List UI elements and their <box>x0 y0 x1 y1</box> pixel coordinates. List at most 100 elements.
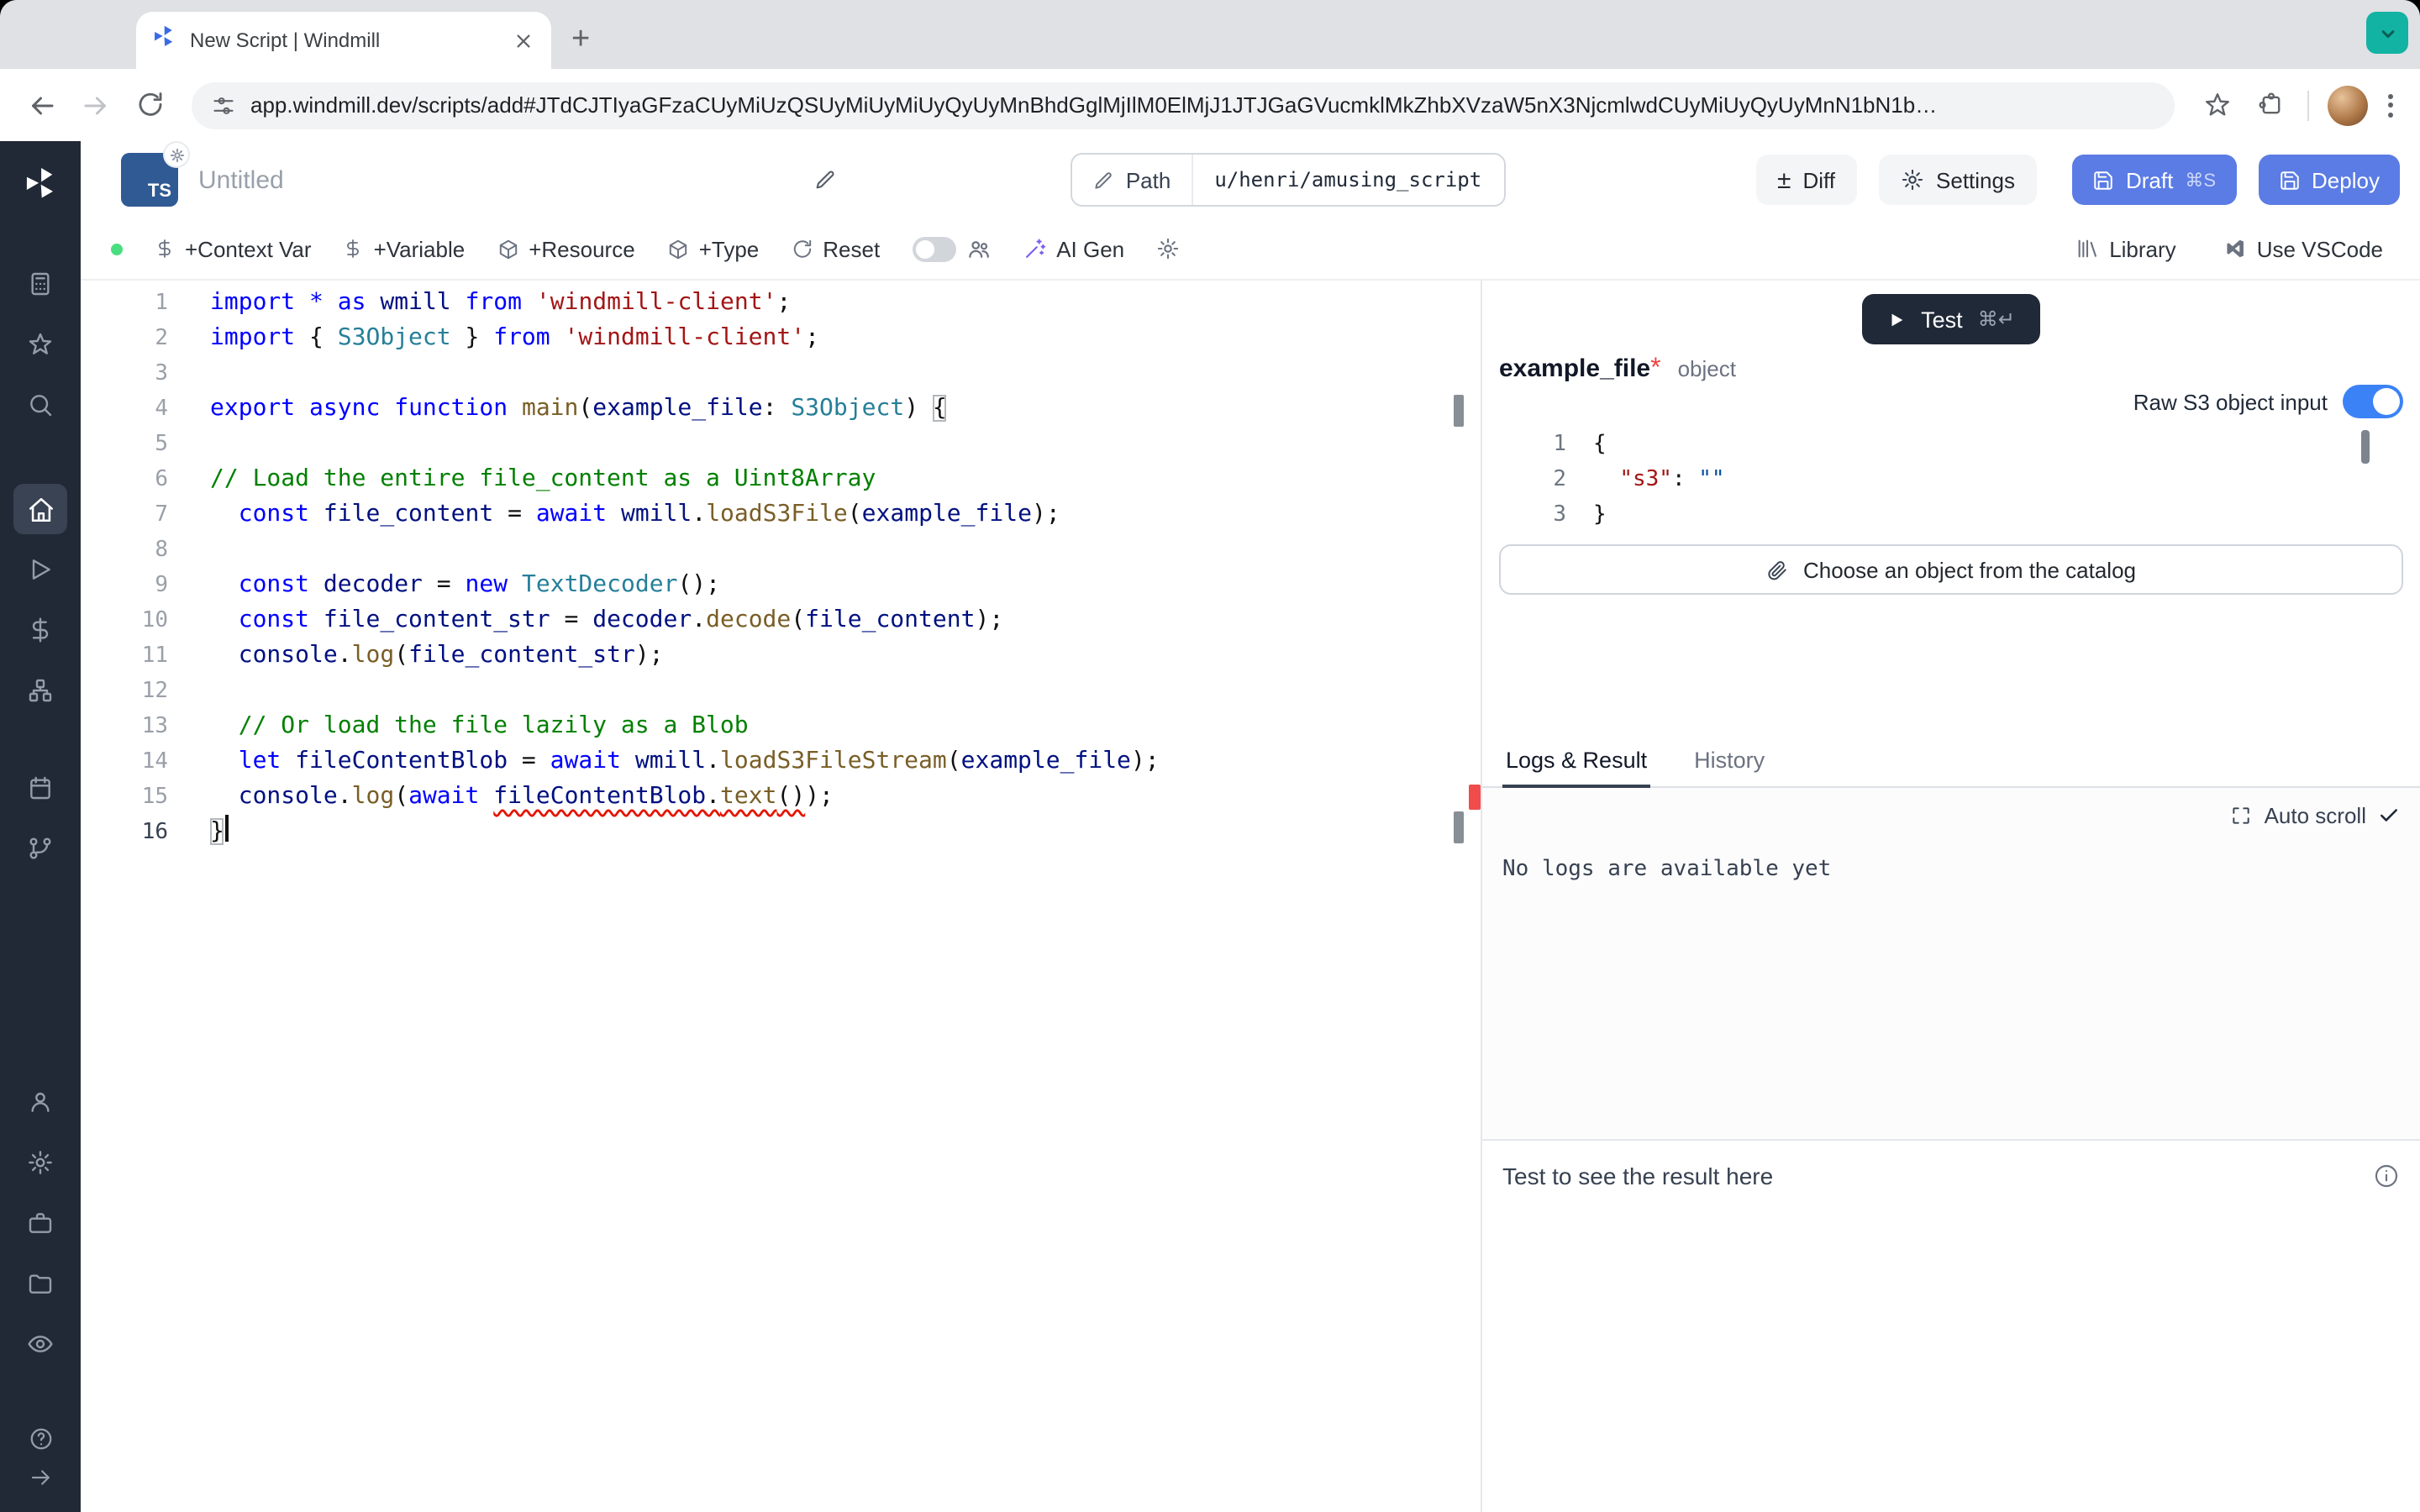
sidebar-item-folders-folder-icon[interactable] <box>13 1258 67 1309</box>
code-line[interactable]: 3} <box>1499 497 2403 533</box>
line-number[interactable]: 1 <box>81 286 168 321</box>
tab-search-button[interactable] <box>2366 12 2408 54</box>
code-line[interactable]: 9 const decoder = new TextDecoder(); <box>81 568 1481 603</box>
code-line[interactable]: 3 <box>81 356 1481 391</box>
new-tab-button[interactable]: + <box>571 24 590 55</box>
line-number[interactable]: 4 <box>81 391 168 427</box>
sidebar-item-user-person-icon[interactable] <box>13 1077 67 1127</box>
search-icon[interactable] <box>13 380 67 430</box>
sidebar-item-settings-gear-icon[interactable] <box>13 1137 67 1188</box>
site-settings-icon[interactable] <box>212 93 235 117</box>
line-number[interactable]: 6 <box>81 462 168 497</box>
check-icon[interactable] <box>2378 805 2400 827</box>
tab-history[interactable]: History <box>1691 738 1768 786</box>
reset-button[interactable]: Reset <box>791 236 880 261</box>
sidebar-item-variables-dollar-icon[interactable] <box>13 605 67 655</box>
toggle-off[interactable] <box>912 236 955 261</box>
editor-settings-gear-icon[interactable] <box>1156 237 1180 260</box>
line-number[interactable]: 15 <box>81 780 168 815</box>
sidebar-item-home[interactable] <box>13 484 67 534</box>
line-number[interactable]: 5 <box>81 427 168 462</box>
code-line[interactable]: 8 <box>81 533 1481 568</box>
sidebar-item-workers-briefcase-icon[interactable] <box>13 1198 67 1248</box>
code-line[interactable]: 6// Load the entire file_content as a Ui… <box>81 462 1481 497</box>
code-line[interactable]: 1{ <box>1499 427 2403 462</box>
code-editor[interactable]: 1import * as wmill from 'windmill-client… <box>81 281 1481 1512</box>
help-icon[interactable] <box>13 1420 67 1457</box>
code-line[interactable]: 2 "s3": "" <box>1499 462 2403 497</box>
ai-gen-button[interactable]: AI Gen <box>1023 236 1124 261</box>
add-context-var-button[interactable]: +Context Var <box>155 236 312 261</box>
url-text[interactable]: app.windmill.dev/scripts/add#JTdCJTIyaGF… <box>250 92 1937 118</box>
edit-title-pencil-icon[interactable] <box>813 168 837 192</box>
json-input-editor[interactable]: 1{2 "s3": ""3} <box>1499 425 2403 534</box>
code-line[interactable]: 16} <box>81 815 1481 850</box>
code-line[interactable]: 7 const file_content = await wmill.loadS… <box>81 497 1481 533</box>
tab-close-icon[interactable] <box>509 27 536 54</box>
path-button[interactable]: Path <box>1072 155 1192 205</box>
sidebar-item-runs-play-icon[interactable] <box>13 544 67 595</box>
tab-logs-result[interactable]: Logs & Result <box>1502 738 1650 788</box>
json-scrollbar[interactable] <box>2361 430 2370 464</box>
code-line[interactable]: 5 <box>81 427 1481 462</box>
line-number[interactable]: 14 <box>81 744 168 780</box>
draft-button[interactable]: Draft ⌘S <box>2072 155 2236 205</box>
use-vscode-button[interactable]: Use VSCode <box>2223 236 2383 261</box>
info-icon[interactable] <box>2373 1163 2400 1189</box>
reload-icon[interactable] <box>124 80 175 130</box>
expand-icon[interactable] <box>2231 805 2253 827</box>
line-number[interactable]: 8 <box>81 533 168 568</box>
line-number[interactable]: 11 <box>81 638 168 674</box>
typescript-badge[interactable]: TS <box>121 153 178 207</box>
test-button[interactable]: Test ⌘↵ <box>1862 294 2040 344</box>
library-button[interactable]: Library <box>2075 236 2176 261</box>
line-number[interactable]: 2 <box>1499 462 1566 497</box>
sidebar-item-schedules-calendar-icon[interactable] <box>13 763 67 813</box>
sidebar-item-branch-icon[interactable] <box>13 823 67 874</box>
windmill-logo-icon[interactable] <box>22 165 59 210</box>
diff-button[interactable]: ± Diff <box>1755 155 1857 205</box>
bookmark-star-icon[interactable] <box>2191 80 2242 130</box>
browser-menu-icon[interactable] <box>2378 83 2403 127</box>
code-line[interactable]: 4export async function main(example_file… <box>81 391 1481 427</box>
code-line[interactable]: 15 console.log(await fileContentBlob.tex… <box>81 780 1481 815</box>
url-bar[interactable]: app.windmill.dev/scripts/add#JTdCJTIyaGF… <box>192 81 2175 129</box>
collapse-arrow-right-icon[interactable] <box>13 1458 67 1495</box>
line-number[interactable]: 2 <box>81 321 168 356</box>
forward-icon[interactable] <box>71 80 121 130</box>
line-number[interactable]: 7 <box>81 497 168 533</box>
add-variable-button[interactable]: +Variable <box>344 236 466 261</box>
line-number[interactable]: 3 <box>81 356 168 391</box>
code-line[interactable]: 13 // Or load the file lazily as a Blob <box>81 709 1481 744</box>
code-line[interactable]: 14 let fileContentBlob = await wmill.loa… <box>81 744 1481 780</box>
sidebar-item-audit-eye-icon[interactable] <box>13 1319 67 1369</box>
sidebar-item-resources-nodes-icon[interactable] <box>13 665 67 716</box>
line-number[interactable]: 1 <box>1499 427 1566 462</box>
back-icon[interactable] <box>17 80 67 130</box>
code-line[interactable]: 12 <box>81 674 1481 709</box>
code-line[interactable]: 11 console.log(file_content_str); <box>81 638 1481 674</box>
line-number[interactable]: 9 <box>81 568 168 603</box>
line-number[interactable]: 3 <box>1499 497 1566 533</box>
deploy-button[interactable]: Deploy <box>2258 155 2400 205</box>
add-type-button[interactable]: +Type <box>667 236 760 261</box>
script-title-input[interactable]: Untitled <box>198 165 813 194</box>
line-number[interactable]: 12 <box>81 674 168 709</box>
settings-button[interactable]: Settings <box>1879 155 2037 205</box>
add-resource-button[interactable]: +Resource <box>497 236 634 261</box>
multiplayer-toggle[interactable] <box>912 236 991 261</box>
calculator-icon[interactable] <box>13 259 67 309</box>
code-line[interactable]: 2import { S3Object } from 'windmill-clie… <box>81 321 1481 356</box>
code-line[interactable]: 1import * as wmill from 'windmill-client… <box>81 286 1481 321</box>
browser-tab[interactable]: New Script | Windmill <box>136 12 551 69</box>
auto-scroll-label[interactable]: Auto scroll <box>2265 803 2366 828</box>
line-number[interactable]: 16 <box>81 815 168 850</box>
star-icon[interactable] <box>13 319 67 370</box>
raw-s3-toggle[interactable] <box>2343 385 2403 418</box>
profile-avatar[interactable] <box>2328 85 2368 125</box>
line-number[interactable]: 13 <box>81 709 168 744</box>
line-number[interactable]: 10 <box>81 603 168 638</box>
extensions-icon[interactable] <box>2245 80 2296 130</box>
choose-object-button[interactable]: Choose an object from the catalog <box>1499 544 2403 595</box>
code-line[interactable]: 10 const file_content_str = decoder.deco… <box>81 603 1481 638</box>
